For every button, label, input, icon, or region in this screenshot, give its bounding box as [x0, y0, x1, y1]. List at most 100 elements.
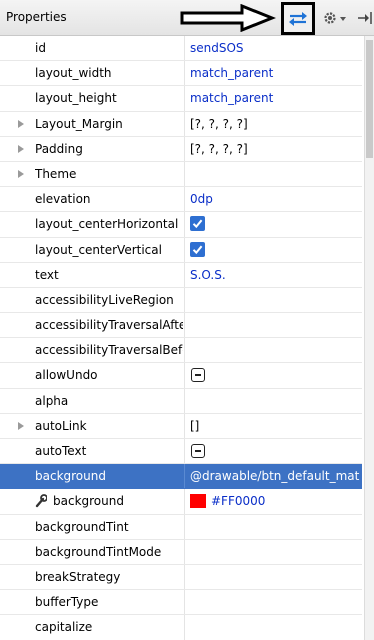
property-row[interactable]: layout_centerHorizontal: [0, 212, 362, 238]
column-divider: [184, 313, 185, 338]
property-row[interactable]: alpha: [0, 388, 362, 414]
property-name: backgroundTint: [35, 519, 129, 534]
property-name: elevation: [35, 192, 91, 207]
column-divider: [184, 564, 185, 590]
property-name: layout_height: [35, 91, 117, 106]
pin-icon[interactable]: [356, 9, 374, 27]
column-divider: [184, 388, 185, 413]
expand-arrow-icon[interactable]: [18, 119, 24, 128]
property-row[interactable]: capitalize: [0, 615, 362, 640]
property-name: bufferType: [35, 595, 99, 610]
property-name: autoLink: [35, 418, 87, 433]
property-value[interactable]: [?, ?, ?, ?]: [190, 142, 360, 156]
property-row[interactable]: backgroundTint: [0, 514, 362, 540]
property-value[interactable]: match_parent: [190, 91, 360, 105]
column-divider: [184, 287, 185, 313]
property-row[interactable]: autoLink []: [0, 413, 362, 439]
property-row[interactable]: layout_width match_parent: [0, 61, 362, 87]
property-row[interactable]: background @drawable/btn_default_material: [0, 464, 362, 490]
column-divider: [184, 590, 185, 615]
column-divider: [184, 61, 185, 86]
property-row[interactable]: allowUndo: [0, 363, 362, 389]
property-name: autoText: [35, 444, 87, 458]
property-checkbox[interactable]: [190, 241, 205, 257]
property-row[interactable]: accessibilityTraversalBefore: [0, 338, 362, 364]
property-name: accessibilityTraversalAfter: [35, 318, 183, 333]
column-divider: [184, 237, 185, 262]
property-row[interactable]: text S.O.S.: [0, 262, 362, 288]
property-value[interactable]: @drawable/btn_default_material: [190, 469, 360, 483]
property-row[interactable]: backgroundTintMode: [0, 539, 362, 565]
panel-title: Properties: [6, 10, 67, 24]
property-row[interactable]: breakStrategy: [0, 564, 362, 591]
sync-button[interactable]: [281, 2, 315, 35]
property-name: layout_centerVertical: [35, 242, 162, 257]
properties-panel: Properties id sendSOS layout_width match_pa…: [0, 0, 374, 640]
column-divider: [184, 111, 185, 136]
expand-arrow-icon[interactable]: [18, 169, 24, 178]
property-name: background: [35, 469, 106, 484]
column-divider: [184, 489, 185, 514]
arrow-annotation-icon: [180, 4, 276, 32]
property-row[interactable]: Padding [?, ?, ?, ?]: [0, 136, 362, 162]
property-name: breakStrategy: [35, 569, 121, 584]
property-row[interactable]: layout_centerVertical: [0, 237, 362, 263]
property-row[interactable]: Theme: [0, 161, 362, 188]
column-divider: [184, 338, 185, 363]
scrollbar-thumb[interactable]: [366, 40, 373, 158]
column-divider: [184, 161, 185, 187]
expand-arrow-icon[interactable]: [18, 421, 24, 430]
properties-table: id sendSOS layout_width match_parent layout_…: [0, 36, 362, 640]
property-row[interactable]: accessibilityLiveRegion: [0, 287, 362, 314]
property-row[interactable]: elevation 0dp: [0, 187, 362, 213]
column-divider: [184, 86, 185, 111]
property-row[interactable]: Layout_Margin [?, ?, ?, ?]: [0, 111, 362, 137]
property-row[interactable]: bufferType: [0, 590, 362, 616]
property-row[interactable]: background #FF0000: [0, 489, 362, 515]
column-divider: [184, 539, 185, 564]
column-divider: [184, 464, 185, 489]
property-name: Theme: [35, 166, 77, 181]
column-divider: [184, 413, 185, 438]
checkmark-icon: [192, 245, 203, 254]
column-divider: [184, 187, 185, 212]
column-divider: [184, 36, 185, 61]
vertical-scrollbar[interactable]: [364, 36, 374, 640]
column-divider: [184, 212, 185, 237]
color-swatch[interactable]: [190, 494, 206, 509]
tristate-checkbox[interactable]: [191, 368, 205, 383]
property-name: accessibilityTraversalBefore: [35, 343, 183, 358]
property-name: background: [53, 494, 124, 509]
property-value[interactable]: 0dp: [190, 192, 360, 206]
wrench-icon: [35, 494, 47, 508]
property-name: Padding: [35, 141, 83, 156]
gear-icon[interactable]: [322, 9, 352, 27]
property-value[interactable]: S.O.S.: [190, 268, 360, 282]
property-name: text: [35, 267, 59, 282]
property-name: id: [35, 41, 46, 55]
property-row[interactable]: id sendSOS: [0, 36, 362, 62]
property-value[interactable]: sendSOS: [190, 41, 360, 55]
properties-header: Properties: [0, 0, 374, 36]
property-name: capitalize: [35, 620, 93, 635]
property-value[interactable]: [?, ?, ?, ?]: [190, 117, 360, 131]
property-value[interactable]: match_parent: [190, 66, 360, 80]
property-name: backgroundTintMode: [35, 544, 162, 559]
column-divider: [184, 615, 185, 640]
checkmark-icon: [192, 219, 203, 229]
property-row[interactable]: accessibilityTraversalAfter: [0, 313, 362, 339]
tristate-checkbox[interactable]: [191, 444, 205, 458]
property-value[interactable]: []: [190, 419, 360, 433]
column-divider: [184, 136, 185, 161]
sync-arrows-icon: [289, 12, 307, 26]
property-row[interactable]: layout_height match_parent: [0, 86, 362, 112]
property-checkbox[interactable]: [190, 216, 205, 232]
property-row[interactable]: autoText: [0, 439, 362, 465]
property-value[interactable]: #FF0000: [211, 494, 374, 508]
property-name: accessibilityLiveRegion: [35, 292, 174, 307]
expand-arrow-icon[interactable]: [18, 144, 24, 153]
property-name: alpha: [35, 393, 69, 408]
property-name: layout_centerHorizontal: [35, 217, 179, 232]
property-name: allowUndo: [35, 368, 98, 383]
property-name: Layout_Margin: [35, 116, 123, 131]
